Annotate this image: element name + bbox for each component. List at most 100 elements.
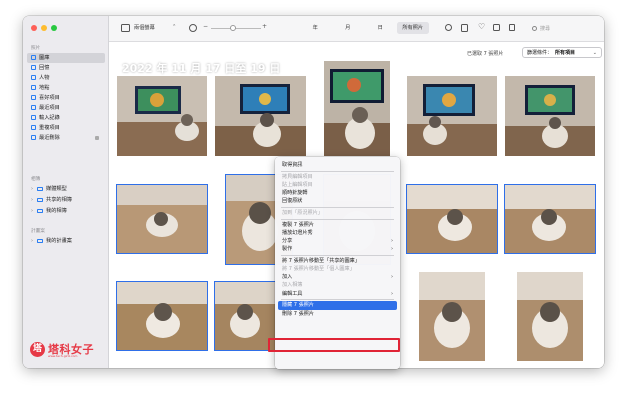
photo-thumbnail-selected[interactable]: [213, 280, 277, 352]
photo-thumbnail[interactable]: [407, 76, 497, 156]
folder-icon: [37, 197, 43, 202]
menu-item[interactable]: 刪除 7 張照片: [275, 310, 400, 318]
chevron-right-icon: ›: [390, 290, 393, 297]
photo-thumbnail[interactable]: [419, 272, 485, 361]
menu-item-label: 加入相簿: [282, 282, 303, 289]
photo-thumbnail-selected[interactable]: [503, 183, 597, 255]
info-icon[interactable]: [445, 24, 452, 31]
menu-item-label: 加入: [282, 274, 293, 281]
menu-item[interactable]: 回復原狀: [275, 197, 400, 205]
people-icon: [31, 75, 36, 81]
menu-item-label: 取得資訊: [282, 162, 303, 168]
folder-icon: [37, 208, 43, 213]
duplicates-icon: [31, 125, 36, 131]
menu-separator: [281, 206, 394, 208]
rotate-icon[interactable]: [493, 24, 500, 31]
sidebar-item-places[interactable]: 地點: [27, 83, 105, 93]
chevron-right-icon[interactable]: ›: [31, 208, 35, 214]
photo-thumbnail[interactable]: [117, 76, 207, 156]
watermark-logo: 塔 塔科女子 www.tech-girlz.com: [30, 341, 94, 358]
sidebar-item-my-albums[interactable]: › 我的相簿: [27, 206, 105, 216]
menu-item-label: 貼上編輯項目: [282, 181, 313, 188]
sidebar-item-my-projects[interactable]: › 我的計畫案: [27, 236, 105, 246]
sidebar-item-favorites[interactable]: 喜好項目: [27, 93, 105, 103]
close-window-button[interactable]: [31, 25, 37, 31]
zoom-window-button[interactable]: [51, 25, 57, 31]
menu-item-label: 分享: [282, 238, 293, 244]
filter-dropdown[interactable]: 篩選條件： 所有項目 ⌄: [522, 47, 602, 58]
photo-thumbnail[interactable]: [324, 61, 390, 156]
zoom-slider-track[interactable]: [211, 28, 261, 29]
filter-value: 所有項目: [555, 50, 576, 56]
sidebar-item-memories[interactable]: 回憶: [27, 63, 105, 73]
sidebar-item-recents[interactable]: 最近項目: [27, 103, 105, 113]
selected-count: 已選取 7 張照片: [467, 51, 504, 57]
filter-label: 篩選條件：: [527, 50, 553, 56]
sidebar-item-label: 輸入記錄: [39, 115, 60, 122]
sidebar-item-label: 人物: [39, 75, 50, 82]
photo-thumbnail[interactable]: [215, 76, 306, 156]
menu-item[interactable]: 取得資訊: [275, 161, 400, 169]
sidebar-item-label: 共享的相簿: [46, 197, 72, 204]
minimize-window-button[interactable]: [41, 25, 47, 31]
crop-icon[interactable]: [189, 24, 197, 32]
window-controls: [31, 25, 57, 31]
view-label[interactable]: 兩個螢幕: [134, 24, 155, 31]
share-icon[interactable]: [461, 24, 468, 32]
library-icon: [31, 55, 36, 61]
sidebar-item-library[interactable]: 圖庫: [27, 53, 105, 63]
menu-item-label: 順時針旋轉: [282, 190, 308, 197]
delete-icon[interactable]: [509, 24, 515, 31]
chevron-right-icon[interactable]: ›: [31, 238, 35, 244]
places-icon: [31, 85, 36, 91]
menu-item-label: 複製 7 張照片: [282, 221, 314, 228]
date-range-title: 2022 年 11 月 17 日至 19 日: [122, 62, 281, 75]
chevron-right-icon[interactable]: ›: [31, 186, 35, 192]
sidebar-item-people[interactable]: 人物: [27, 73, 105, 83]
menu-item[interactable]: 複製 7 張照片: [275, 221, 400, 229]
sidebar-item-imports[interactable]: 輸入記錄: [27, 113, 105, 123]
sidebar-item-recently-deleted[interactable]: 最近刪除: [27, 133, 105, 143]
logo-url: www.tech-girlz.com: [48, 354, 78, 358]
photo-thumbnail-selected[interactable]: [405, 183, 499, 255]
photo-thumbnail[interactable]: [505, 76, 595, 156]
menu-item-label: 刪除 7 張照片: [282, 310, 314, 317]
zoom-slider-knob[interactable]: [230, 25, 236, 31]
menu-item: 貼上編輯項目: [275, 181, 400, 189]
menu-item-hide-photos[interactable]: 隱藏 7 張照片: [278, 301, 397, 310]
photo-thumbnail[interactable]: [517, 272, 583, 361]
menu-item[interactable]: 加入 ›: [275, 273, 400, 281]
sidebar-item-label: 我的相簿: [46, 208, 67, 215]
menu-item[interactable]: 將 7 張照片移動至「共享的圖庫」: [275, 257, 400, 265]
view-segmented-control: 年 月 日 所有照片: [299, 22, 429, 34]
zoom-in-icon[interactable]: +: [262, 23, 267, 30]
menu-item[interactable]: 編輯工具 ›: [275, 290, 400, 298]
sidebar-item-media-types[interactable]: › 媒體類型: [27, 184, 105, 194]
menu-item[interactable]: 播放幻燈片秀: [275, 229, 400, 237]
segment-all-photos[interactable]: 所有照片: [396, 22, 429, 34]
search-field[interactable]: 搜尋: [532, 24, 592, 33]
search-icon: [532, 26, 537, 31]
photo-thumbnail-selected[interactable]: [115, 183, 209, 255]
folder-icon: [37, 238, 43, 243]
menu-item[interactable]: 順時針旋轉: [275, 189, 400, 197]
menu-item: 加到「原況照片」: [275, 209, 400, 217]
photo-thumbnail-selected[interactable]: [115, 280, 209, 352]
segment-years[interactable]: 年: [299, 22, 332, 34]
menu-item-label: 回復原狀: [282, 198, 303, 205]
chevron-right-icon[interactable]: ›: [31, 197, 35, 203]
display-icon[interactable]: [121, 24, 130, 32]
sidebar-item-shared-albums[interactable]: › 共享的相簿: [27, 195, 105, 205]
menu-separator: [281, 218, 394, 220]
sidebar-item-label: 圖庫: [39, 55, 50, 62]
segment-months[interactable]: 月: [332, 22, 365, 34]
menu-item[interactable]: 分享 ›: [275, 237, 400, 245]
toolbar: 兩個螢幕 ⌃ − + 年 月 日 所有照片 ♡ 搜尋: [109, 16, 604, 42]
menu-item[interactable]: 製作 ›: [275, 245, 400, 253]
heart-icon[interactable]: ♡: [478, 22, 485, 31]
segment-days[interactable]: 日: [364, 22, 397, 34]
chevron-updown-icon[interactable]: ⌃: [172, 24, 176, 30]
zoom-out-icon[interactable]: −: [203, 23, 208, 30]
sidebar-item-label: 重複項目: [39, 125, 60, 132]
sidebar-item-duplicates[interactable]: 重複項目: [27, 123, 105, 133]
